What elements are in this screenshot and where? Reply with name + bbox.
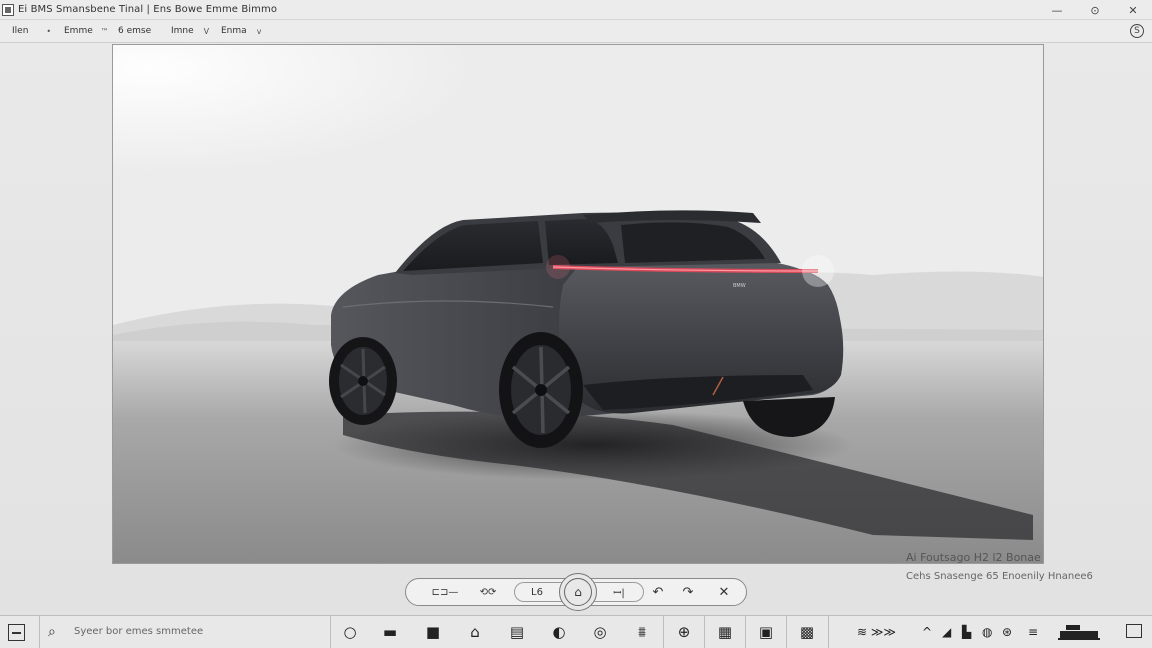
- menu-item-2[interactable]: Emme ™: [64, 26, 109, 36]
- search-icon[interactable]: ⌕: [48, 624, 56, 640]
- taskbar-divider: [745, 616, 746, 648]
- chevron-up-icon[interactable]: ^: [922, 624, 932, 640]
- clock-icon[interactable]: [1056, 624, 1104, 640]
- app-icon: [2, 3, 14, 16]
- camera-app-icon[interactable]: ⊕: [673, 622, 695, 642]
- car-render-image: BMW: [113, 45, 1043, 563]
- resize-icon[interactable]: ꟷ|: [606, 581, 632, 603]
- menu-item-5[interactable]: Enma v: [221, 26, 261, 36]
- network-icon[interactable]: ◢: [942, 624, 951, 640]
- taskbar-divider: [330, 616, 331, 648]
- home-icon: ⌂: [564, 578, 592, 606]
- taskbar-divider: [39, 616, 40, 648]
- watermark-title: Ai Foutsago H2 l2 Bonae: [906, 551, 1041, 564]
- zoom-dial[interactable]: ⌂: [559, 573, 597, 611]
- title-bar: Ei BMS Smansbene Tinal | Ens Bowe Emme B…: [0, 0, 1152, 20]
- window-title: Ei BMS Smansbene Tinal | Ens Bowe Emme B…: [18, 4, 278, 15]
- start-button[interactable]: [8, 624, 25, 641]
- menu-item-label: Imne: [171, 26, 194, 36]
- window-app-icon[interactable]: ▬: [379, 622, 401, 642]
- menu-item-label: Enma: [221, 26, 247, 36]
- chevron-down-icon: V: [203, 26, 210, 36]
- undo-icon[interactable]: ↶: [648, 581, 668, 603]
- edge-app-icon[interactable]: ◎: [589, 622, 611, 642]
- crop-icon[interactable]: L6: [524, 581, 550, 603]
- close-button[interactable]: ✕: [1114, 0, 1152, 20]
- show-desktop-button[interactable]: [1126, 624, 1142, 638]
- watermark-subtitle: Cehs Snasenge 65 Enoenily Hnanee6: [906, 571, 1093, 582]
- language-icon[interactable]: ≡: [1028, 624, 1038, 640]
- taskbar: ⌕ Syeer bor emes smmetee ○ ▬ ■ ⌂ ▤ ◐ ◎ ⩩…: [0, 615, 1152, 648]
- taskbar-divider: [786, 616, 787, 648]
- account-icon[interactable]: S: [1130, 24, 1144, 38]
- adjust-icon[interactable]: ⊏⊐—: [430, 581, 460, 603]
- menu-item-1[interactable]: Ilen •: [12, 26, 51, 36]
- start-icon: [12, 631, 21, 634]
- editor-app-icon[interactable]: ▩: [796, 622, 818, 642]
- volume-icon[interactable]: ◍: [982, 624, 992, 640]
- chevron-down-icon: •: [46, 26, 52, 36]
- close-icon[interactable]: ✕: [714, 581, 734, 603]
- calendar-icon: [1058, 625, 1100, 640]
- menu-item-4[interactable]: Imne V: [171, 26, 209, 36]
- taskbar-divider: [828, 616, 829, 648]
- redo-icon[interactable]: ↷: [678, 581, 698, 603]
- settings-icon[interactable]: ⊛: [1002, 624, 1012, 640]
- vlc-app-icon[interactable]: ⩩: [631, 622, 653, 642]
- maximize-button[interactable]: ⊙: [1076, 0, 1114, 20]
- car-badge: BMW: [733, 283, 746, 289]
- store-app-icon[interactable]: ▤: [506, 622, 528, 642]
- image-canvas[interactable]: BMW: [112, 44, 1044, 564]
- rotate-icon[interactable]: ⟲⟳: [476, 581, 500, 603]
- taskbar-divider: [704, 616, 705, 648]
- window-controls: — ⊙ ✕: [1038, 0, 1152, 20]
- weather-icon[interactable]: ≋ ≫≫: [857, 624, 896, 640]
- minimize-button[interactable]: —: [1038, 0, 1076, 20]
- menu-item-label: 6 emse: [118, 26, 152, 36]
- image-toolbar: ⊏⊐— ⟲⟳ L6 ⌂ ꟷ| ↶ ↷ ✕: [405, 573, 747, 611]
- files-app-icon[interactable]: ⌂: [464, 622, 486, 642]
- browser-app-icon[interactable]: ◐: [548, 622, 570, 642]
- photos-app-icon[interactable]: ▦: [714, 622, 736, 642]
- task-view-icon[interactable]: ○: [339, 622, 361, 642]
- chevron-down-icon: v: [256, 26, 262, 36]
- menu-item-3[interactable]: 6 emse: [118, 26, 151, 36]
- chevron-down-icon: ™: [100, 26, 109, 36]
- taskbar-divider: [663, 616, 664, 648]
- menu-bar: Ilen • Emme ™ 6 emse Imne V Enma v S: [0, 20, 1152, 43]
- menu-item-label: Ilen: [12, 26, 29, 36]
- battery-icon[interactable]: ▙: [962, 624, 971, 640]
- search-input[interactable]: Syeer bor emes smmetee: [74, 626, 203, 637]
- menu-item-label: Emme: [64, 26, 93, 36]
- terminal-app-icon[interactable]: ■: [422, 622, 444, 642]
- gallery-app-icon[interactable]: ▣: [755, 622, 777, 642]
